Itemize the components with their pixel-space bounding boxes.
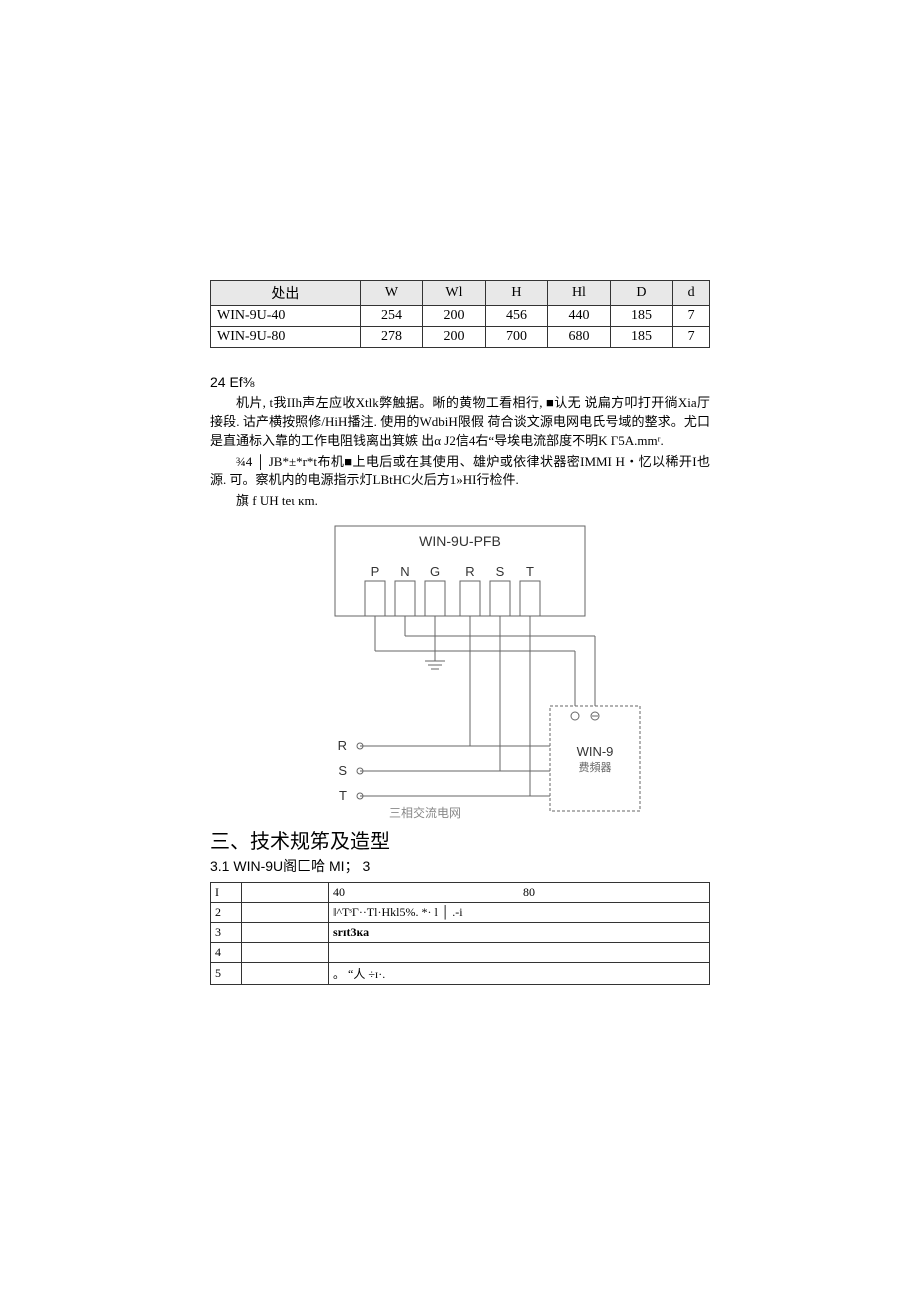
col-model: 处出 <box>211 281 361 306</box>
cell: 254 <box>360 306 423 327</box>
cell-idx: I <box>211 883 242 903</box>
paragraph: 机片, t我IIh声左应收Xtlk弊触据。晰的黄物工看相行, ■认无 说扁方叩打… <box>210 394 710 451</box>
col-hl: Hl <box>548 281 611 306</box>
paragraph: ¾4 │ JB*±*r*t布机■上电后或在其使用、雄炉或依律状器密IMMI H・… <box>210 453 710 491</box>
cell: 200 <box>423 327 486 348</box>
svg-text:N: N <box>400 564 409 579</box>
cell: 40 <box>329 883 519 903</box>
svg-text:P: P <box>371 564 380 579</box>
col-h: H <box>485 281 548 306</box>
col-w: W <box>360 281 423 306</box>
cell-model: WIN-9U-40 <box>211 306 361 327</box>
cell: ǁ^TˢΓ··Tl·Hkl5%. *· l │ .-i <box>329 903 710 923</box>
col-wl: Wl <box>423 281 486 306</box>
cell: 7 <box>673 327 710 348</box>
cell: 680 <box>548 327 611 348</box>
cell: 。 “人 ÷ɪ·. <box>329 963 710 985</box>
section-3-1-heading: 3.1 WIN-9U阁匚哈 MI； 3 <box>210 856 710 876</box>
svg-text:R: R <box>338 738 347 753</box>
svg-text:R: R <box>465 564 474 579</box>
cell-lab <box>242 903 329 923</box>
svg-text:T: T <box>526 564 534 579</box>
cell: 440 <box>548 306 611 327</box>
svg-text:WIN-9: WIN-9 <box>577 744 614 759</box>
cell-lab <box>242 963 329 985</box>
cell-lab <box>242 943 329 963</box>
table-row: 5 。 “人 ÷ɪ·. <box>211 963 710 985</box>
cell: 185 <box>610 327 673 348</box>
svg-text:G: G <box>430 564 440 579</box>
table-row: 4 <box>211 943 710 963</box>
cell: 7 <box>673 306 710 327</box>
cell: 278 <box>360 327 423 348</box>
cell: 700 <box>485 327 548 348</box>
table-row: 2 ǁ^TˢΓ··Tl·Hkl5%. *· l │ .-i <box>211 903 710 923</box>
svg-text:S: S <box>338 763 347 778</box>
paragraph: 旗 f UH teι ĸm. <box>210 492 710 511</box>
svg-text:T: T <box>339 788 347 803</box>
cell-idx: 4 <box>211 943 242 963</box>
spec-table: I 40 80 2 ǁ^TˢΓ··Tl·Hkl5%. *· l │ .-i 3 … <box>210 882 710 985</box>
dimensions-table: 处出 W Wl H Hl D d WIN-9U-40 254 200 456 4… <box>210 280 710 348</box>
table-row: WIN-9U-80 278 200 700 680 185 7 <box>211 327 710 348</box>
diagram-title: WIN-9U-PFB <box>419 533 501 549</box>
cell: 456 <box>485 306 548 327</box>
cell-idx: 2 <box>211 903 242 923</box>
cell: 200 <box>423 306 486 327</box>
table-header-row: 处出 W Wl H Hl D d <box>211 281 710 306</box>
table-row: 3 srɪt3ĸa <box>211 923 710 943</box>
col-d: D <box>610 281 673 306</box>
diagram-caption: 三相交流电网 <box>389 805 461 820</box>
section-24-title: 24 Ef⅜ <box>210 374 710 390</box>
cell-model: WIN-9U-80 <box>211 327 361 348</box>
cell-lab <box>242 923 329 943</box>
cell: 80 <box>519 883 710 903</box>
svg-text:费頻器: 费頻器 <box>579 760 612 774</box>
cell <box>329 943 710 963</box>
table-row: I 40 80 <box>211 883 710 903</box>
cell: 185 <box>610 306 673 327</box>
wiring-diagram: WIN-9U-PFB P N G R S T <box>275 521 645 821</box>
cell-idx: 5 <box>211 963 242 985</box>
svg-text:S: S <box>496 564 505 579</box>
col-dd: d <box>673 281 710 306</box>
table-row: WIN-9U-40 254 200 456 440 185 7 <box>211 306 710 327</box>
cell: srɪt3ĸa <box>329 923 710 943</box>
cell-idx: 3 <box>211 923 242 943</box>
cell-lab <box>242 883 329 903</box>
section-3-heading: 三、技术规笫及造型 <box>210 825 710 854</box>
